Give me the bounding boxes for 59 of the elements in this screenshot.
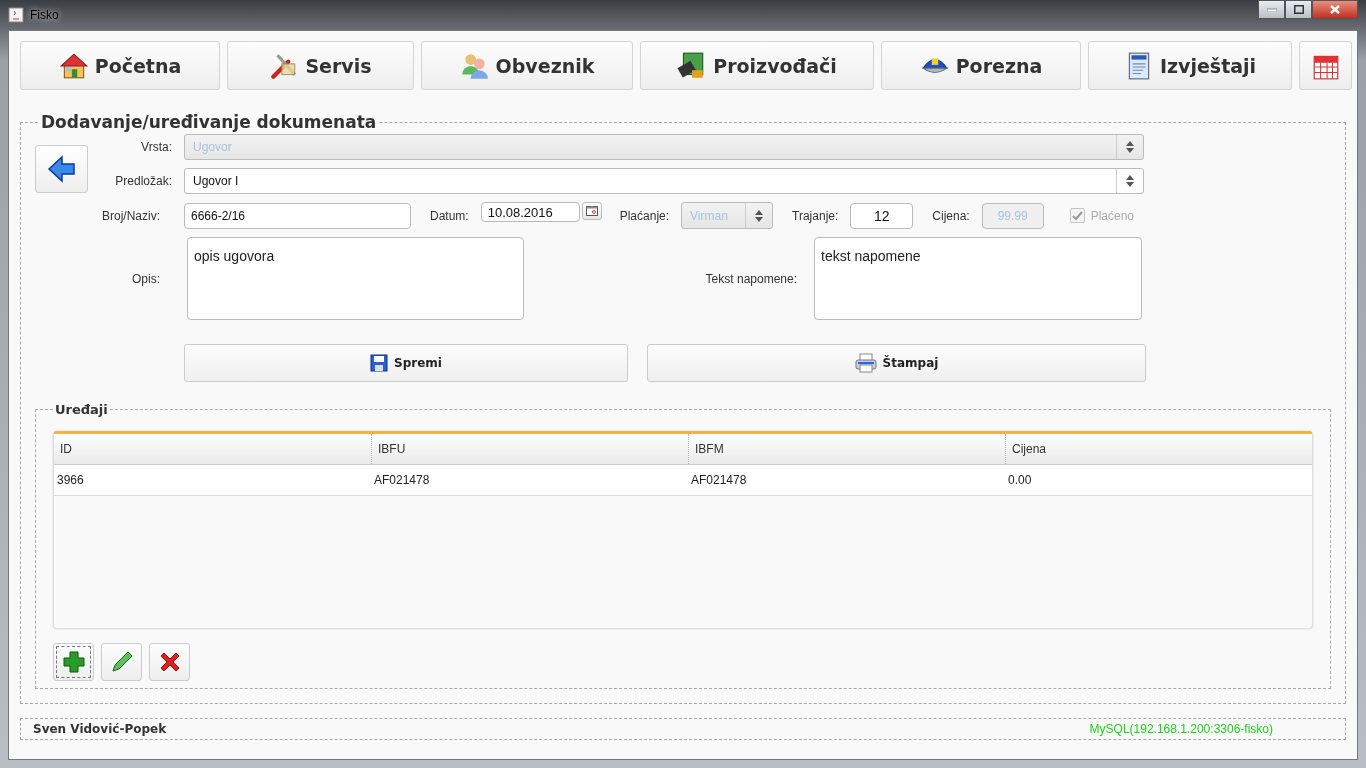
connection-status: MySQL(192.168.1.200:3306-fisko) bbox=[1089, 722, 1273, 736]
nav-button[interactable]: Obveznik bbox=[421, 41, 633, 90]
nav-button[interactable]: Početna bbox=[20, 41, 220, 90]
number-field[interactable]: 6666-2/16 bbox=[184, 202, 411, 229]
column-header[interactable]: IBFU bbox=[371, 434, 688, 464]
column-header[interactable]: IBFM bbox=[688, 434, 1005, 464]
left-arrow-icon bbox=[46, 154, 77, 184]
delete-button[interactable] bbox=[149, 643, 190, 681]
date-field[interactable]: 10.08.2016 bbox=[480, 202, 580, 222]
nav-button[interactable]: Izvještaji bbox=[1088, 41, 1292, 90]
plus-icon bbox=[61, 650, 86, 674]
field-label: Opis: bbox=[131, 272, 160, 286]
up-down-arrows-icon bbox=[1126, 175, 1134, 187]
description-field[interactable]: opis ugovora bbox=[187, 237, 524, 320]
section-title: Uređaji bbox=[54, 402, 109, 417]
user-name: Sven Vidović-Popek bbox=[33, 722, 167, 736]
app-icon bbox=[8, 7, 24, 23]
minimize-button[interactable] bbox=[1258, 0, 1285, 19]
maximize-icon bbox=[1293, 5, 1304, 14]
save-button[interactable]: Spremi bbox=[184, 344, 628, 382]
printer-icon bbox=[854, 353, 877, 373]
add-button[interactable] bbox=[53, 643, 94, 681]
field-label: Predložak: bbox=[114, 174, 172, 188]
minimize-icon bbox=[1266, 7, 1277, 12]
field-label: Trajanje: bbox=[792, 208, 839, 223]
up-down-arrows-icon bbox=[755, 209, 764, 222]
table-cell-text: AF021478 bbox=[690, 472, 748, 489]
nav-button[interactable]: Servis bbox=[227, 41, 414, 90]
checkmark-icon bbox=[1071, 210, 1083, 221]
field-label: Vrsta: bbox=[140, 140, 172, 154]
column-header[interactable]: ID bbox=[54, 434, 371, 464]
field-label: Tekst napomene: bbox=[704, 272, 797, 286]
checkbox-label: Plaćeno bbox=[1090, 208, 1135, 223]
table-cell-text: 3966 bbox=[56, 472, 85, 489]
calendar-icon bbox=[585, 206, 598, 216]
nav-button[interactable]: Porezna bbox=[881, 41, 1081, 90]
print-button[interactable]: Štampaj bbox=[647, 344, 1146, 382]
close-button[interactable] bbox=[1312, 0, 1358, 19]
up-down-arrows-icon bbox=[1126, 141, 1134, 153]
template-dropdown[interactable]: Ugovor I bbox=[184, 168, 1144, 194]
table-cell-text: 0.00 bbox=[1007, 472, 1033, 489]
column-header[interactable]: Cijena bbox=[1005, 434, 1312, 464]
maximize-button[interactable] bbox=[1285, 0, 1312, 19]
table-cell-text: AF021478 bbox=[373, 472, 431, 489]
edit-button[interactable] bbox=[101, 643, 142, 681]
field-label: Broj/Naziv: bbox=[101, 208, 160, 223]
close-icon bbox=[1330, 5, 1340, 14]
duration-field[interactable]: 12 bbox=[850, 202, 914, 229]
pencil-icon bbox=[109, 650, 134, 674]
field-label: Plaćanje: bbox=[619, 208, 670, 223]
window-title: Fisko bbox=[30, 8, 59, 22]
nav-button[interactable] bbox=[1299, 41, 1352, 90]
nav-button[interactable]: Proizvođači bbox=[640, 41, 874, 90]
note-field[interactable]: tekst napomene bbox=[814, 237, 1142, 320]
back-button[interactable] bbox=[35, 145, 88, 193]
field-label: Datum: bbox=[430, 208, 469, 223]
date-picker-button[interactable] bbox=[581, 202, 602, 220]
field-label: Cijena: bbox=[932, 208, 970, 223]
section-title: Dodavanje/uređivanje dokumenata bbox=[40, 112, 378, 132]
